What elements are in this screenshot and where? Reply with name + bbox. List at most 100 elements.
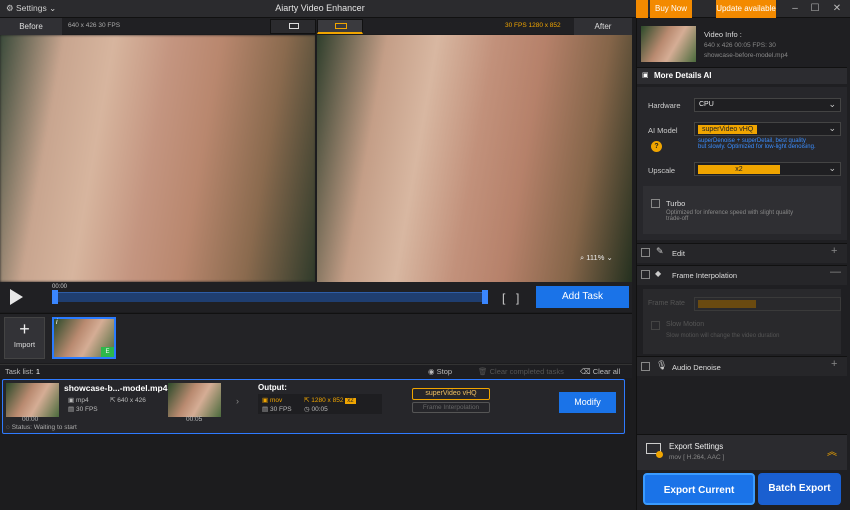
edit-label: Edit — [672, 249, 685, 258]
close-icon[interactable]: ✕ — [830, 2, 844, 16]
task-list-label: Task list: 1 — [5, 367, 41, 376]
frame-rate-value — [698, 300, 756, 308]
chevron-down-icon: ⌄ — [828, 123, 836, 133]
source-time: 00:00 — [22, 416, 39, 423]
video-info-details: 640 x 426 00:05 FPS: 30 — [704, 42, 776, 49]
hardware-value: CPU — [699, 101, 714, 108]
split-divider[interactable] — [315, 35, 317, 282]
status-icon: ◌ — [6, 424, 10, 431]
buy-now-button[interactable]: Buy Now — [650, 0, 692, 18]
app-title: Aiarty Video Enhancer — [275, 3, 365, 13]
ai-model-description: superDenoise + superDetail, best quality… — [698, 138, 816, 150]
frame-interpolation-tag: Frame Interpolation — [412, 402, 490, 413]
cart-icon[interactable] — [636, 0, 648, 18]
edit-row[interactable] — [637, 243, 847, 263]
ai-model-select[interactable]: superVideo vHQ ⌄ — [694, 122, 841, 136]
source-format: ▣ mp4 — [68, 397, 89, 404]
upscale-select[interactable]: x2 ⌄ — [694, 162, 841, 176]
trim-start-handle[interactable] — [52, 290, 58, 304]
upscale-label: Upscale — [648, 166, 676, 175]
stop-button[interactable]: ◉ Stop — [428, 367, 452, 376]
batch-export-button[interactable]: Batch Export — [758, 473, 841, 505]
plus-icon: + — [19, 319, 30, 339]
video-info-label: Video Info : — [704, 30, 742, 39]
settings-menu[interactable]: ⚙ Settings ⌄ — [6, 3, 56, 14]
frame-rate-select[interactable] — [694, 297, 841, 311]
clear-all-button[interactable]: ⌫ Clear all — [580, 367, 620, 376]
slow-motion-checkbox[interactable] — [651, 321, 660, 330]
task-status: ◌ Status: Waiting to start — [6, 424, 77, 431]
upscale-value: x2 — [698, 165, 780, 174]
import-label: Import — [13, 340, 36, 349]
enhanced-badge: E — [101, 347, 114, 357]
model-tag: superVideo vHQ — [412, 388, 490, 400]
side-by-side-button[interactable] — [317, 19, 363, 34]
frame-interpolation-row[interactable] — [637, 265, 847, 285]
zoom-control[interactable]: ⌕ 111% ⌄ — [580, 253, 613, 263]
help-icon[interactable]: ? — [651, 141, 662, 152]
ai-model-value: superVideo vHQ — [698, 125, 758, 134]
export-settings-sub: mov [ H.264, AAC ] — [669, 454, 725, 461]
audio-denoise-checkbox[interactable] — [641, 362, 650, 371]
hardware-select[interactable]: CPU ⌄ — [694, 98, 841, 112]
expand-plus-icon[interactable]: + — [831, 358, 837, 370]
chevron-down-icon: ⌄ — [828, 163, 836, 173]
edit-checkbox[interactable] — [641, 248, 650, 257]
mark-out-icon[interactable]: ] — [516, 291, 519, 305]
frame-interpolation-icon: ◆ — [655, 269, 662, 278]
split-view-icon — [289, 23, 299, 29]
chevron-down-icon: ⌄ — [606, 253, 613, 262]
settings-label: Settings — [16, 3, 47, 13]
clear-completed-button[interactable]: 🗑 Clear completed tasks — [478, 367, 564, 376]
export-current-button[interactable]: Export Current — [643, 473, 755, 505]
trash-icon: ⌫ — [580, 367, 591, 376]
audio-denoise-label: Audio Denoise — [672, 363, 721, 372]
frame-interpolation-checkbox[interactable] — [641, 270, 650, 279]
modify-button[interactable]: Modify — [559, 392, 616, 413]
turbo-description: Optimized for inference speed with sligh… — [666, 210, 794, 222]
after-label: After — [574, 18, 632, 35]
import-button[interactable]: + Import — [4, 317, 45, 359]
output-resolution: ⇱ 1280 x 852 x2 — [304, 397, 356, 404]
collapse-icon[interactable]: ▣ — [642, 71, 649, 79]
play-icon[interactable] — [10, 289, 23, 305]
chevron-down-icon: ⌄ — [828, 99, 836, 109]
audio-denoise-row[interactable] — [637, 356, 847, 376]
split-view-button[interactable] — [270, 19, 316, 34]
maximize-icon[interactable]: ☐ — [808, 2, 822, 16]
video-info-filename: showcase-before-model.mp4 — [704, 52, 788, 59]
slow-motion-description: Slow motion will change the video durati… — [666, 333, 780, 339]
scale-badge: x2 — [345, 398, 356, 404]
export-settings-row[interactable] — [637, 434, 847, 470]
frame-interpolation-label: Frame Interpolation — [672, 271, 738, 280]
before-meta: 640 x 426 30 FPS — [68, 22, 121, 29]
microphone-icon: 🎙 — [656, 360, 668, 370]
after-preview-image — [316, 35, 632, 282]
before-preview-image — [0, 35, 316, 282]
task-filename: showcase-b...-model.mp4 — [64, 383, 168, 393]
update-available-button[interactable]: Update available — [716, 0, 776, 18]
turbo-checkbox[interactable] — [651, 199, 660, 208]
preview-area — [0, 35, 632, 282]
chevron-down-icon: ⌄ — [49, 3, 57, 13]
before-label: Before — [0, 18, 62, 35]
info-icon[interactable]: i — [56, 319, 58, 326]
slow-motion-label: Slow Motion — [666, 321, 705, 328]
add-task-button[interactable]: Add Task — [536, 286, 629, 308]
source-fps: ▤ 30 FPS — [68, 406, 98, 413]
collapse-minus-icon[interactable]: — — [830, 266, 841, 278]
more-details-ai-label: More Details AI — [654, 71, 712, 80]
trim-end-handle[interactable] — [482, 290, 488, 304]
side-by-side-icon — [335, 23, 347, 29]
output-fps: ▤ 30 FPS — [262, 406, 292, 413]
expand-plus-icon[interactable]: + — [831, 245, 837, 257]
output-label: Output: — [258, 383, 287, 392]
output-duration: ◷ 00:05 — [304, 406, 328, 413]
timeline[interactable] — [52, 292, 488, 302]
minimize-icon[interactable]: – — [788, 2, 802, 16]
chevrons-up-icon[interactable]: ︽ — [827, 443, 837, 458]
output-format: ▣ mov — [262, 397, 283, 404]
output-time: 00:05 — [186, 416, 203, 423]
gear-icon: ⚙ — [6, 3, 14, 13]
mark-in-icon[interactable]: [ — [502, 291, 505, 305]
